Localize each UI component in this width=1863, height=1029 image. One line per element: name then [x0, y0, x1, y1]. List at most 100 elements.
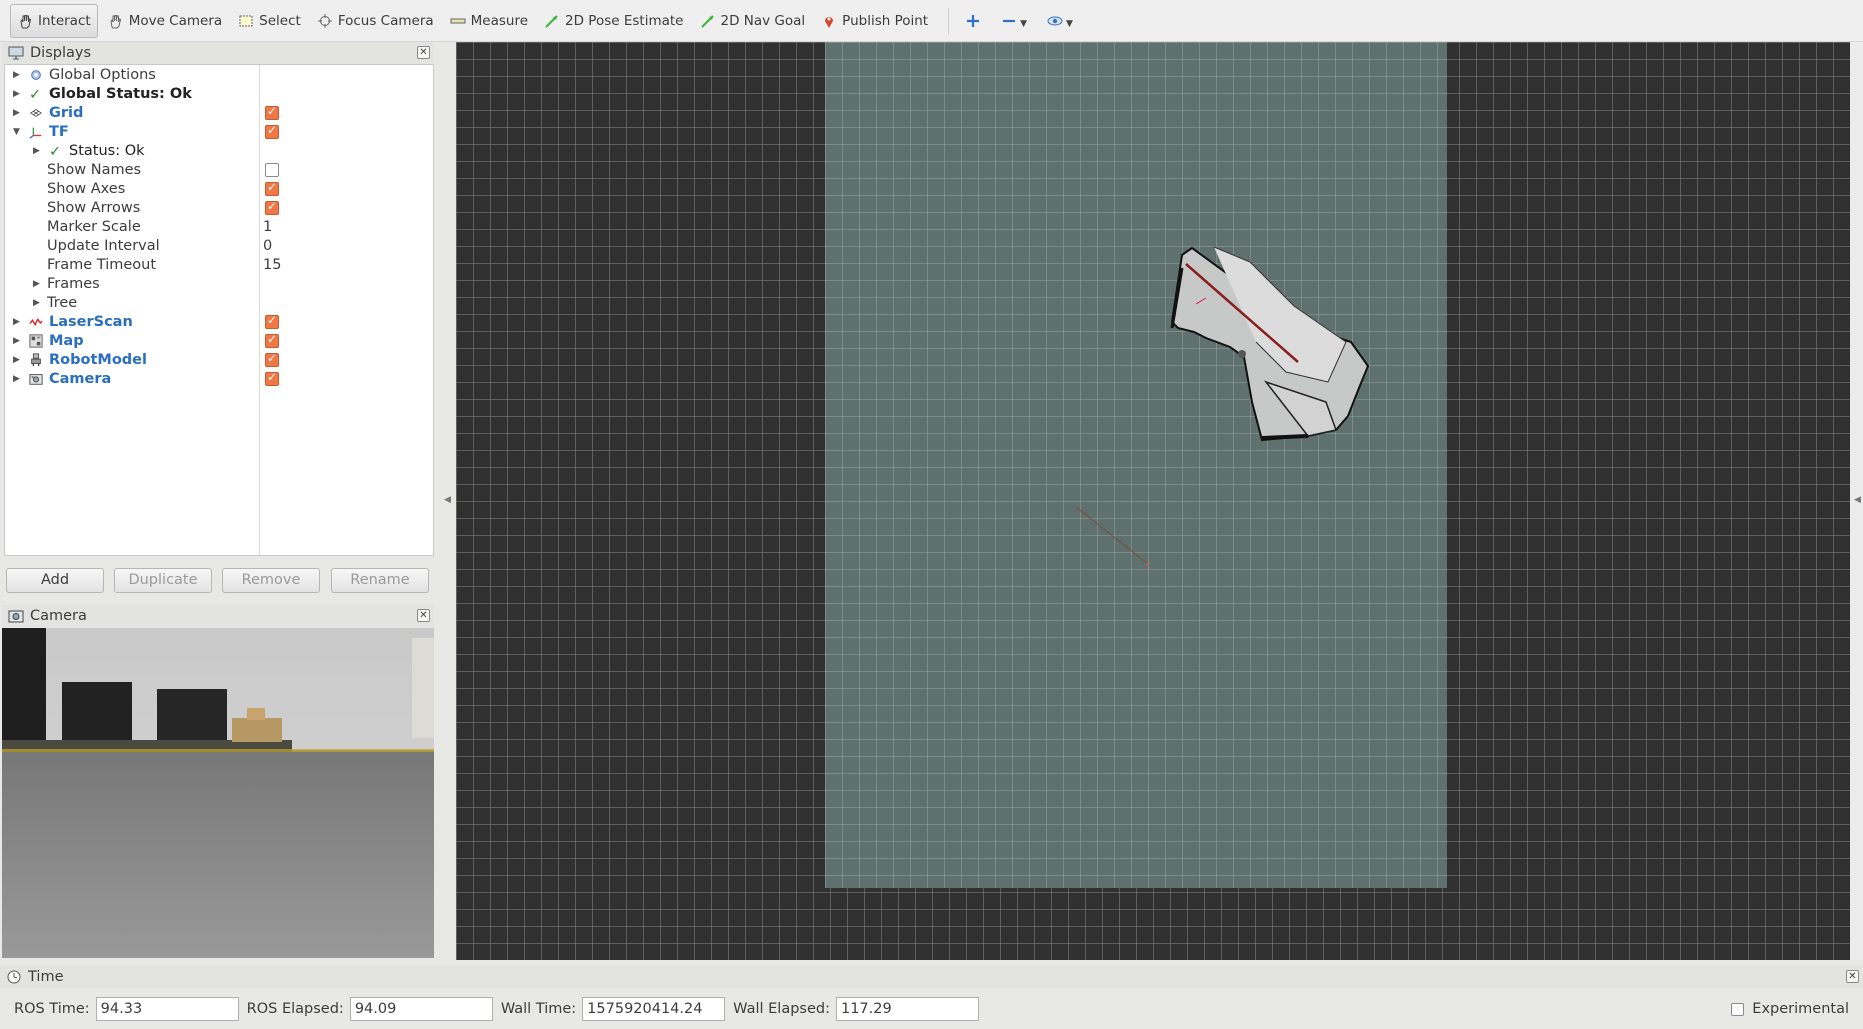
tree-row-show-names[interactable]: Show Names — [5, 160, 433, 179]
minus-icon — [1003, 19, 1016, 22]
experimental-toggle[interactable]: Experimental — [1731, 993, 1849, 1025]
tree-label: RobotModel — [49, 351, 147, 368]
tree-row-tf-status[interactable]: ▶ ✓ Status: Ok — [5, 141, 433, 160]
ros-time-field[interactable]: 94.33 — [95, 997, 239, 1021]
tree-row-robotmodel[interactable]: ▶ RobotModel — [5, 350, 433, 369]
tree-label: Frame Timeout — [47, 256, 157, 273]
tf-frame-line — [1075, 506, 1149, 565]
green-arrow-icon — [700, 14, 714, 28]
tree-row-tf[interactable]: ▼ TF — [5, 122, 433, 141]
render-view[interactable] — [456, 42, 1850, 960]
close-icon[interactable]: ✕ — [1846, 970, 1859, 983]
map-pin-icon — [825, 16, 834, 28]
show-names-checkbox[interactable] — [265, 162, 279, 177]
collapse-arrow-icon[interactable]: ▼ — [13, 127, 20, 137]
expand-arrow-icon[interactable]: ▶ — [33, 146, 40, 156]
tree-row-frame-timeout[interactable]: Frame Timeout 15 — [5, 255, 433, 274]
tree-row-show-axes[interactable]: Show Axes — [5, 179, 433, 198]
focus-camera-tool[interactable]: Focus Camera — [311, 4, 440, 38]
tree-row-global-options[interactable]: ▶ Global Options — [5, 65, 433, 84]
tree-row-laserscan[interactable]: ▶ LaserScan — [5, 312, 433, 331]
tree-label: Camera — [49, 370, 112, 387]
clock-icon — [7, 970, 21, 984]
enable-checkbox[interactable] — [265, 313, 279, 329]
enable-checkbox[interactable] — [265, 123, 279, 139]
camera-image — [2, 628, 434, 958]
interact-tool[interactable]: Interact — [10, 3, 98, 38]
expand-arrow-icon[interactable]: ▶ — [33, 279, 40, 289]
displays-button-row: Add Duplicate Remove Rename — [4, 568, 434, 596]
publish-point-label: Publish Point — [842, 12, 929, 29]
checkmark-icon: ✓ — [29, 86, 42, 103]
view-tool-button[interactable]: ▼ — [1041, 4, 1079, 38]
chevron-down-icon: ▼ — [1020, 18, 1028, 29]
wall-time-label: Wall Time: — [500, 1001, 577, 1017]
wall-time-field[interactable]: 1575920414.24 — [582, 997, 726, 1021]
rename-button[interactable]: Rename — [331, 568, 429, 593]
collapse-right-arrow-icon[interactable]: ◀ — [1854, 495, 1861, 505]
add-button[interactable]: Add — [6, 568, 104, 593]
time-title: Time — [28, 969, 64, 985]
expand-arrow-icon[interactable]: ▶ — [13, 70, 20, 80]
time-bar: ROS Time: 94.33 ROS Elapsed: 94.09 Wall … — [0, 993, 1863, 1025]
duplicate-button[interactable]: Duplicate — [114, 568, 212, 593]
measure-tool[interactable]: Measure — [444, 4, 534, 38]
close-icon[interactable]: ✕ — [417, 46, 430, 59]
tree-row-update-interval[interactable]: Update Interval 0 — [5, 236, 433, 255]
enable-checkbox[interactable] — [265, 332, 279, 348]
collapse-left-arrow-icon[interactable]: ◀ — [444, 495, 451, 505]
pose-estimate-label: 2D Pose Estimate — [565, 12, 684, 29]
remove-tool-button[interactable]: ▼ — [995, 4, 1033, 38]
laser-scan-icon — [29, 317, 43, 326]
expand-arrow-icon[interactable]: ▶ — [33, 298, 40, 308]
enable-checkbox[interactable] — [265, 370, 279, 386]
select-box-icon — [239, 15, 253, 26]
select-tool[interactable]: Select — [232, 4, 307, 38]
ros-elapsed-field[interactable]: 94.09 — [349, 997, 493, 1021]
tree-row-tree[interactable]: ▶ Tree — [5, 293, 433, 312]
tree-row-frames[interactable]: ▶ Frames — [5, 274, 433, 293]
tree-row-marker-scale[interactable]: Marker Scale 1 — [5, 217, 433, 236]
remove-button[interactable]: Remove — [222, 568, 320, 593]
tree-row-global-status[interactable]: ▶ ✓ Global Status: Ok — [5, 84, 433, 103]
expand-arrow-icon[interactable]: ▶ — [13, 336, 20, 346]
publish-point-tool[interactable]: Publish Point — [815, 4, 934, 38]
wall-elapsed-field[interactable]: 117.29 — [835, 997, 979, 1021]
expand-arrow-icon[interactable]: ▶ — [13, 355, 20, 365]
show-arrows-checkbox[interactable] — [265, 199, 279, 215]
move-camera-tool[interactable]: Move Camera — [102, 4, 228, 38]
expand-arrow-icon[interactable]: ▶ — [13, 317, 20, 327]
enable-checkbox[interactable] — [265, 351, 279, 367]
wall-elapsed-label: Wall Elapsed: — [733, 1001, 830, 1017]
monitor-icon — [8, 46, 24, 60]
tree-row-grid[interactable]: ▶ Grid — [5, 103, 433, 122]
tree-label: Grid — [49, 104, 84, 121]
frame-timeout-value[interactable]: 15 — [263, 257, 281, 273]
camera-icon — [8, 610, 24, 623]
pose-estimate-tool[interactable]: 2D Pose Estimate — [538, 4, 689, 38]
add-tool-button[interactable] — [959, 4, 987, 38]
enable-checkbox[interactable] — [265, 104, 279, 120]
displays-tree: ▶ Global Options ▶ ✓ Global Status: Ok ▶… — [4, 64, 434, 556]
marker-scale-value[interactable]: 1 — [263, 219, 272, 235]
expand-arrow-icon[interactable]: ▶ — [13, 89, 20, 99]
gear-icon — [31, 69, 41, 80]
tree-row-map[interactable]: ▶ Map — [5, 331, 433, 350]
nav-goal-tool[interactable]: 2D Nav Goal — [694, 4, 812, 38]
focus-camera-label: Focus Camera — [337, 12, 434, 29]
tree-label: Status: Ok — [69, 142, 145, 159]
close-icon[interactable]: ✕ — [417, 609, 430, 622]
axes-icon — [29, 127, 42, 139]
experimental-checkbox[interactable] — [1731, 1002, 1745, 1016]
expand-arrow-icon[interactable]: ▶ — [13, 108, 20, 118]
move-camera-label: Move Camera — [128, 12, 223, 29]
laser-map-overlay — [1075, 246, 1370, 566]
show-axes-checkbox[interactable] — [265, 180, 279, 196]
crosshair-icon — [317, 13, 332, 28]
update-interval-value[interactable]: 0 — [263, 238, 272, 254]
green-arrow-icon — [545, 14, 558, 28]
tree-row-show-arrows[interactable]: Show Arrows — [5, 198, 433, 217]
tree-row-camera[interactable]: ▶ Camera — [5, 369, 433, 388]
time-panel-header: Time ✕ — [0, 966, 1863, 988]
expand-arrow-icon[interactable]: ▶ — [13, 374, 20, 384]
